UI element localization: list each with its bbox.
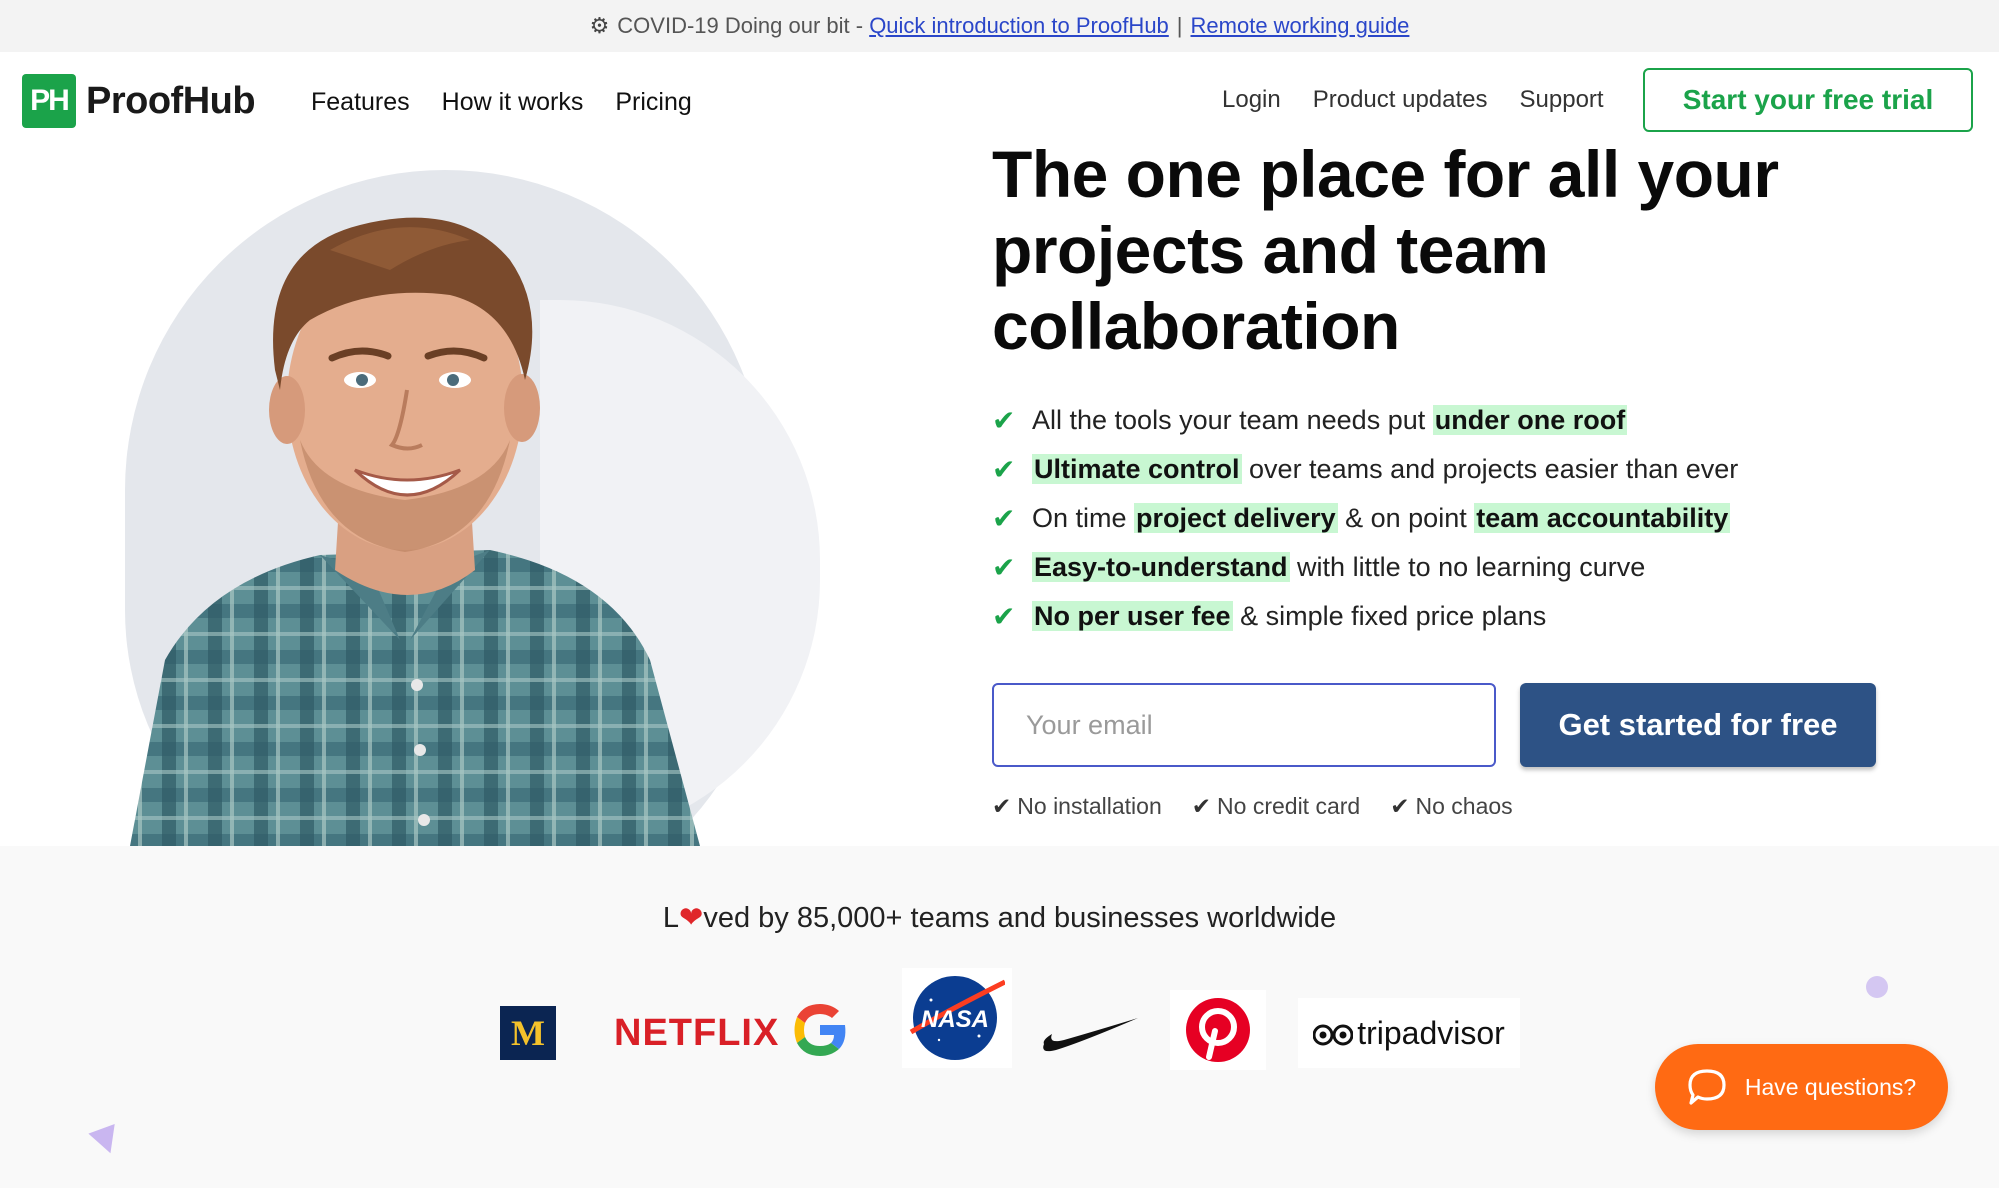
quick-intro-link[interactable]: Quick introduction to ProofHub bbox=[869, 13, 1169, 39]
feature-text: Easy-to-understand with little to no lea… bbox=[1032, 552, 1646, 582]
assurance-item: ✔ No chaos bbox=[1390, 793, 1513, 819]
feature-item: ✔ Easy-to-understand with little to no l… bbox=[992, 543, 1738, 592]
netflix-logo: NETFLIX bbox=[614, 1011, 780, 1054]
logo-text: ProofHub bbox=[86, 79, 256, 122]
primary-nav: Features How it works Pricing bbox=[311, 88, 692, 117]
assurance-list: ✔ No installation ✔ No credit card ✔ No cha… bbox=[992, 793, 1513, 820]
start-free-trial-button[interactable]: Start your free trial bbox=[1643, 68, 1973, 132]
notice-text: COVID-19 Doing our bit - bbox=[617, 13, 864, 38]
checkmark-icon: ✔ bbox=[992, 552, 1016, 583]
remote-guide-link[interactable]: Remote working guide bbox=[1191, 13, 1410, 39]
checkmark-icon: ✔ bbox=[992, 503, 1016, 534]
email-input[interactable] bbox=[992, 683, 1496, 767]
notice-bar: ⚙ COVID-19 Doing our bit - Quick introdu… bbox=[0, 0, 1999, 52]
nav-features[interactable]: Features bbox=[311, 88, 410, 117]
checkmark-icon: ✔ bbox=[992, 405, 1016, 436]
hero-headline: The one place for all your projects and … bbox=[992, 137, 1779, 363]
nike-logo bbox=[1040, 1004, 1140, 1064]
gear-icon: ⚙ bbox=[589, 13, 610, 38]
feature-item: ✔ All the tools your team needs put unde… bbox=[992, 396, 1738, 445]
notice-separator: | bbox=[1176, 13, 1183, 38]
pinterest-logo bbox=[1170, 990, 1266, 1070]
chat-label: Have questions? bbox=[1744, 1073, 1917, 1100]
logo-mark: PH bbox=[22, 74, 76, 128]
feature-text: All the tools your team needs put under … bbox=[1032, 405, 1628, 435]
decorative-dot bbox=[1866, 976, 1888, 998]
feature-item: ✔ No per user fee & simple fixed price p… bbox=[992, 592, 1738, 641]
nasa-logo: NASA bbox=[902, 968, 1012, 1068]
feature-text: No per user fee & simple fixed price pla… bbox=[1032, 601, 1547, 631]
loved-by-heading: L❤ved by 85,000+ teams and businesses wo… bbox=[662, 902, 1337, 934]
nav-how-it-works[interactable]: How it works bbox=[442, 88, 584, 117]
svg-text:NASA: NASA bbox=[921, 1006, 989, 1033]
assurance-item: ✔ No credit card bbox=[1191, 793, 1361, 819]
get-started-button[interactable]: Get started for free bbox=[1520, 683, 1876, 767]
proofhub-logo[interactable]: PH ProofHub bbox=[22, 74, 256, 128]
checkmark-icon: ✔ bbox=[992, 601, 1016, 632]
assurance-item: ✔ No installation bbox=[992, 793, 1162, 819]
heart-icon: ❤ bbox=[679, 902, 704, 934]
checkmark-icon: ✔ bbox=[992, 454, 1016, 485]
feature-item: ✔ On time project delivery & on point te… bbox=[992, 494, 1738, 543]
feature-text: Ultimate control over teams and projects… bbox=[1032, 454, 1739, 484]
michigan-medicine-logo: M bbox=[500, 1006, 556, 1060]
nav-support[interactable]: Support bbox=[1520, 86, 1604, 114]
feature-list: ✔ All the tools your team needs put unde… bbox=[992, 396, 1738, 641]
feature-item: ✔ Ultimate control over teams and projec… bbox=[992, 445, 1738, 494]
hero-person-image bbox=[70, 190, 760, 846]
secondary-nav: Login Product updates Support bbox=[1222, 86, 1604, 114]
tripadvisor-logo: tripadvisor bbox=[1298, 998, 1520, 1068]
chat-bubble-icon bbox=[1688, 1069, 1726, 1105]
nav-login[interactable]: Login bbox=[1222, 86, 1281, 114]
google-logo bbox=[788, 998, 852, 1062]
nav-pricing[interactable]: Pricing bbox=[615, 88, 691, 117]
tripadvisor-text: tripadvisor bbox=[1357, 1014, 1505, 1051]
chat-widget-button[interactable]: Have questions? bbox=[1655, 1044, 1948, 1130]
customer-logos: M NETFLIX NASA tripadvisor bbox=[500, 968, 1520, 1070]
check-icon: ✔ bbox=[1191, 793, 1212, 819]
check-icon: ✔ bbox=[992, 793, 1012, 819]
check-icon: ✔ bbox=[1390, 793, 1410, 819]
feature-text: On time project delivery & on point team… bbox=[1032, 503, 1731, 533]
nav-product-updates[interactable]: Product updates bbox=[1313, 86, 1488, 114]
